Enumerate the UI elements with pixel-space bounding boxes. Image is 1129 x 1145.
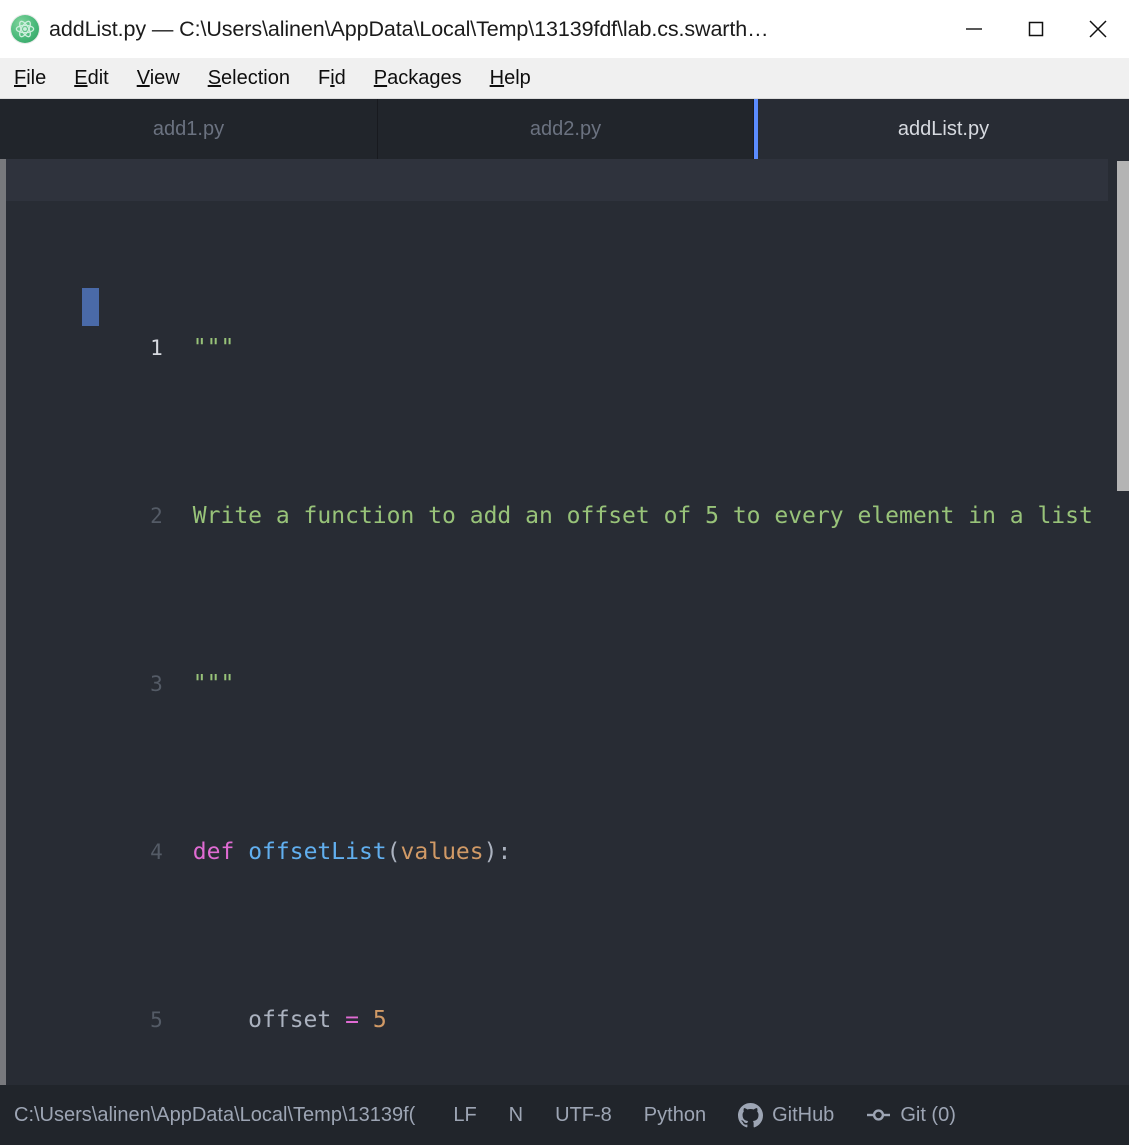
menu-item-selection[interactable]: Selection <box>194 58 304 98</box>
menu-item-view[interactable]: View <box>123 58 194 98</box>
atom-editor-window: addList.py — C:\Users\alinen\AppData\Loc… <box>0 0 1129 1145</box>
status-git[interactable]: Git (0) <box>850 1104 972 1127</box>
text-selection <box>82 288 99 326</box>
title-bar: addList.py — C:\Users\alinen\AppData\Loc… <box>0 0 1129 58</box>
status-git-label: Git (0) <box>900 1103 956 1126</box>
window-title: addList.py — C:\Users\alinen\AppData\Loc… <box>49 16 769 41</box>
window-controls <box>943 0 1129 58</box>
code-line-1[interactable]: 1 """ <box>6 285 1129 361</box>
status-bar: C:\Users\alinen\AppData\Local\Temp\13139… <box>0 1085 1129 1145</box>
menu-bar: File Edit View Selection Fid Packages He… <box>0 58 1129 99</box>
menu-item-packages[interactable]: Packages <box>360 58 476 98</box>
atom-icon <box>11 15 39 43</box>
code-content[interactable]: 1 """ 2 Write a function to add an offset … <box>6 159 1129 1085</box>
code-line-3[interactable]: 3 """ <box>6 621 1129 697</box>
maximize-button[interactable] <box>1005 0 1067 58</box>
status-grammar[interactable]: Python <box>628 1104 722 1127</box>
status-github[interactable]: GitHub <box>722 1102 850 1128</box>
code-editor[interactable]: 1 """ 2 Write a function to add an offset … <box>0 159 1129 1085</box>
menu-item-edit[interactable]: Edit <box>60 58 122 98</box>
line-number: 1 <box>150 336 163 360</box>
minimize-button[interactable] <box>943 0 1005 58</box>
line-number: 4 <box>150 840 163 864</box>
git-commit-icon <box>866 1106 891 1124</box>
tab-label: add2.py <box>529 117 602 140</box>
scrollbar-thumb[interactable] <box>1117 161 1129 491</box>
tab-bar: add1.py add2.py addList.py <box>0 99 1129 159</box>
docstring-text: Write a function to add an offset of 5 t… <box>192 503 1093 529</box>
code-line-5[interactable]: 5 offset = 5 <box>6 957 1129 1033</box>
tab-add2[interactable]: add2.py <box>378 99 754 159</box>
status-line-ending[interactable]: LF <box>437 1104 492 1127</box>
tab-label: addList.py <box>897 117 990 140</box>
status-github-label: GitHub <box>772 1103 835 1126</box>
code-line-4[interactable]: 4 def offsetList(values): <box>6 789 1129 865</box>
github-icon <box>738 1102 764 1128</box>
vertical-scrollbar[interactable] <box>1117 159 1129 1085</box>
code-line-2[interactable]: 2 Write a function to add an offset of 5 … <box>6 453 1129 529</box>
tab-label: add1.py <box>152 117 225 140</box>
line-number: 3 <box>150 672 163 696</box>
menu-item-help[interactable]: Help <box>476 58 545 98</box>
status-encoding-indicator[interactable]: N <box>493 1104 539 1127</box>
menu-item-file[interactable]: File <box>0 58 60 98</box>
close-button[interactable] <box>1067 0 1129 58</box>
line-number: 5 <box>150 1008 163 1032</box>
tab-addlist[interactable]: addList.py <box>754 99 1129 159</box>
line-number: 2 <box>150 504 163 528</box>
status-encoding[interactable]: UTF-8 <box>539 1104 628 1127</box>
menu-item-find[interactable]: Fid <box>304 58 360 98</box>
status-file-path[interactable]: C:\Users\alinen\AppData\Local\Temp\13139… <box>0 1104 415 1127</box>
tab-add1[interactable]: add1.py <box>0 99 378 159</box>
